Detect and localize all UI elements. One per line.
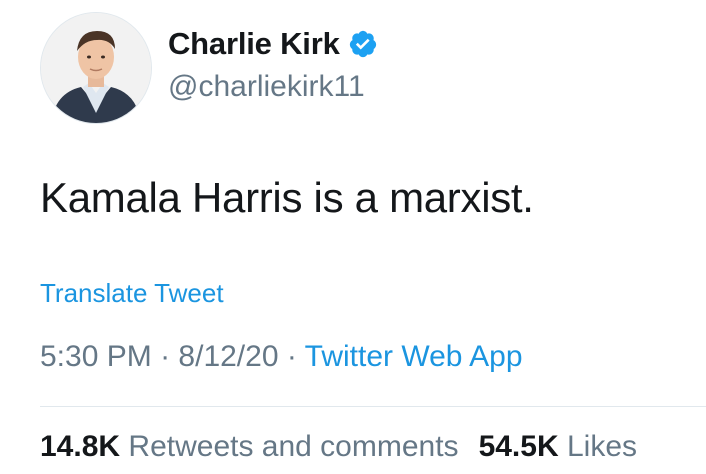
meta-separator: · [160,340,171,373]
translate-tweet-link[interactable]: Translate Tweet [40,278,224,309]
retweets-count: 14.8K [40,430,121,463]
tweet-date[interactable]: 8/12/20 [178,340,278,373]
author-handle[interactable]: @charliekirk11 [168,70,365,104]
author-display-name[interactable]: Charlie Kirk [168,26,340,62]
likes-stat[interactable]: 54.5K Likes [479,430,637,463]
likes-count: 54.5K [478,430,559,463]
divider [40,406,706,407]
likes-label: Likes [566,430,638,463]
avatar[interactable] [40,12,152,124]
tweet-meta: 5:30 PM · 8/12/20 · Twitter Web App [40,340,523,374]
retweets-stat[interactable]: 14.8K Retweets and comments [40,430,459,463]
tweet-time[interactable]: 5:30 PM [40,340,152,373]
verified-badge-icon [348,29,378,59]
profile-photo [41,13,151,123]
retweets-label: Retweets and comments [128,430,459,463]
author-name-row: Charlie Kirk [168,26,378,62]
tweet-stats: 14.8K Retweets and comments 54.5K Likes [40,430,637,464]
tweet-source-link[interactable]: Twitter Web App [305,340,523,373]
tweet-text: Kamala Harris is a marxist. [40,174,534,221]
meta-separator: · [286,340,297,373]
